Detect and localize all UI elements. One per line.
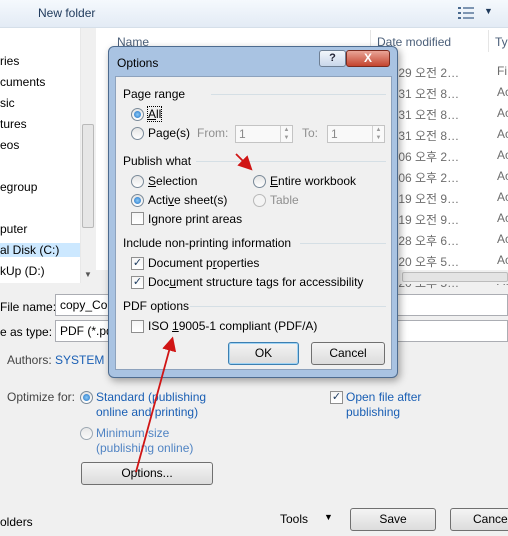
pdf-options-header: PDF options bbox=[123, 299, 190, 313]
publish-selection-radio[interactable] bbox=[131, 175, 144, 188]
new-folder-button[interactable]: New folder bbox=[38, 6, 95, 20]
page-range-all-label[interactable]: All bbox=[146, 106, 163, 122]
file-row-type[interactable]: Ac bbox=[497, 85, 508, 99]
dialog-title: Options bbox=[117, 56, 159, 70]
optimize-label: Optimize for: bbox=[7, 390, 76, 404]
file-row-type[interactable]: Ac bbox=[497, 211, 508, 225]
save-type-label: e as type: bbox=[0, 325, 53, 339]
page-range-header: Page range bbox=[123, 87, 186, 101]
to-label: To: bbox=[302, 126, 319, 140]
close-button[interactable]: X bbox=[346, 50, 390, 67]
group-divider bbox=[211, 94, 386, 95]
page-range-pages-radio[interactable] bbox=[131, 127, 144, 140]
ignore-print-areas-checkbox[interactable] bbox=[131, 212, 144, 225]
optimize-standard-radio[interactable] bbox=[80, 391, 93, 404]
file-row-type[interactable]: Fi bbox=[497, 64, 507, 78]
open-after-publishing-checkbox[interactable]: ✓ bbox=[330, 391, 343, 404]
file-row-type[interactable]: Ac bbox=[497, 232, 508, 246]
group-divider bbox=[196, 161, 386, 162]
iso-pdfa-checkbox[interactable] bbox=[131, 320, 144, 333]
dialog-cancel-button[interactable]: Cancel bbox=[311, 342, 385, 365]
file-row-type[interactable]: Ac bbox=[497, 169, 508, 183]
non-printing-header: Include non-printing information bbox=[123, 236, 292, 250]
optimize-minimum-radio[interactable] bbox=[80, 427, 93, 440]
publish-active-sheets-radio[interactable] bbox=[131, 194, 144, 207]
hide-folders-toggle[interactable]: olders bbox=[0, 515, 33, 529]
nav-item[interactable]: kUp (D:) bbox=[0, 264, 45, 278]
nav-scrollbar-thumb[interactable] bbox=[82, 124, 94, 228]
help-button[interactable]: ? bbox=[319, 50, 346, 67]
publish-table-radio[interactable] bbox=[253, 194, 266, 207]
nav-item-selected[interactable]: al Disk (C:) bbox=[0, 243, 80, 257]
publish-active-sheets-label[interactable]: Active sheet(s) bbox=[148, 193, 227, 207]
document-properties-checkbox[interactable]: ✓ bbox=[131, 257, 144, 270]
group-divider bbox=[300, 243, 386, 244]
column-divider[interactable] bbox=[488, 30, 489, 52]
nav-item[interactable]: cuments bbox=[0, 75, 45, 89]
horizontal-scrollbar-thumb[interactable] bbox=[402, 272, 508, 282]
save-button[interactable]: Save bbox=[350, 508, 436, 531]
scroll-down-icon[interactable]: ▼ bbox=[84, 270, 92, 279]
page-range-all-radio[interactable] bbox=[131, 108, 144, 121]
group-divider bbox=[190, 306, 386, 307]
from-spinner[interactable]: 1 ▲ ▼ bbox=[235, 125, 293, 143]
iso-pdfa-label[interactable]: ISO 19005-1 compliant (PDF/A) bbox=[148, 319, 317, 333]
chevron-down-icon[interactable]: ▼ bbox=[484, 6, 493, 16]
from-label: From: bbox=[197, 126, 229, 140]
document-properties-label[interactable]: Document properties bbox=[148, 256, 259, 270]
structure-tags-label[interactable]: Document structure tags for accessibilit… bbox=[148, 275, 363, 289]
open-after-publishing-label[interactable]: Open file after publishing bbox=[346, 390, 446, 420]
publish-entire-workbook-radio[interactable] bbox=[253, 175, 266, 188]
file-row-type[interactable]: Ac bbox=[497, 190, 508, 204]
ignore-print-areas-label[interactable]: Ignore print areas bbox=[148, 212, 242, 226]
file-row-type[interactable]: Ac bbox=[497, 253, 508, 267]
view-menu-icon[interactable] bbox=[458, 7, 474, 19]
file-row-type[interactable]: Ac bbox=[497, 106, 508, 120]
nav-item[interactable]: puter bbox=[0, 222, 27, 236]
file-row-type[interactable]: Ac bbox=[497, 148, 508, 162]
publish-what-header: Publish what bbox=[123, 154, 192, 168]
ok-button[interactable]: OK bbox=[228, 342, 299, 365]
nav-item[interactable]: ries bbox=[0, 54, 19, 68]
spinner-arrows-icon[interactable]: ▲ ▼ bbox=[372, 126, 384, 142]
optimize-standard-label[interactable]: Standard (publishing online and printing… bbox=[96, 390, 216, 420]
publish-table-label[interactable]: Table bbox=[270, 193, 299, 207]
publish-selection-label[interactable]: Selection bbox=[148, 174, 197, 188]
nav-item[interactable]: sic bbox=[0, 96, 15, 110]
nav-item[interactable]: eos bbox=[0, 138, 19, 152]
nav-item[interactable]: egroup bbox=[0, 180, 37, 194]
tools-menu[interactable]: Tools bbox=[280, 512, 308, 526]
options-button[interactable]: Options... bbox=[81, 462, 213, 485]
file-row-type[interactable]: Ac bbox=[497, 127, 508, 141]
structure-tags-checkbox[interactable]: ✓ bbox=[131, 276, 144, 289]
page-range-pages-label[interactable]: Page(s) bbox=[148, 126, 190, 140]
to-spinner[interactable]: 1 ▲ ▼ bbox=[327, 125, 385, 143]
publish-entire-workbook-label[interactable]: Entire workbook bbox=[270, 174, 356, 188]
spinner-arrows-icon[interactable]: ▲ ▼ bbox=[280, 126, 292, 142]
file-name-label: File name: bbox=[0, 300, 57, 314]
authors-label: Authors: bbox=[7, 353, 52, 367]
cancel-button[interactable]: Cance bbox=[450, 508, 508, 531]
authors-value[interactable]: SYSTEM bbox=[55, 353, 104, 367]
column-header-type[interactable]: Ty bbox=[495, 35, 508, 49]
optimize-minimum-label[interactable]: Minimum size (publishing online) bbox=[96, 426, 206, 456]
chevron-down-icon[interactable]: ▼ bbox=[324, 512, 333, 522]
nav-item[interactable]: tures bbox=[0, 117, 27, 131]
